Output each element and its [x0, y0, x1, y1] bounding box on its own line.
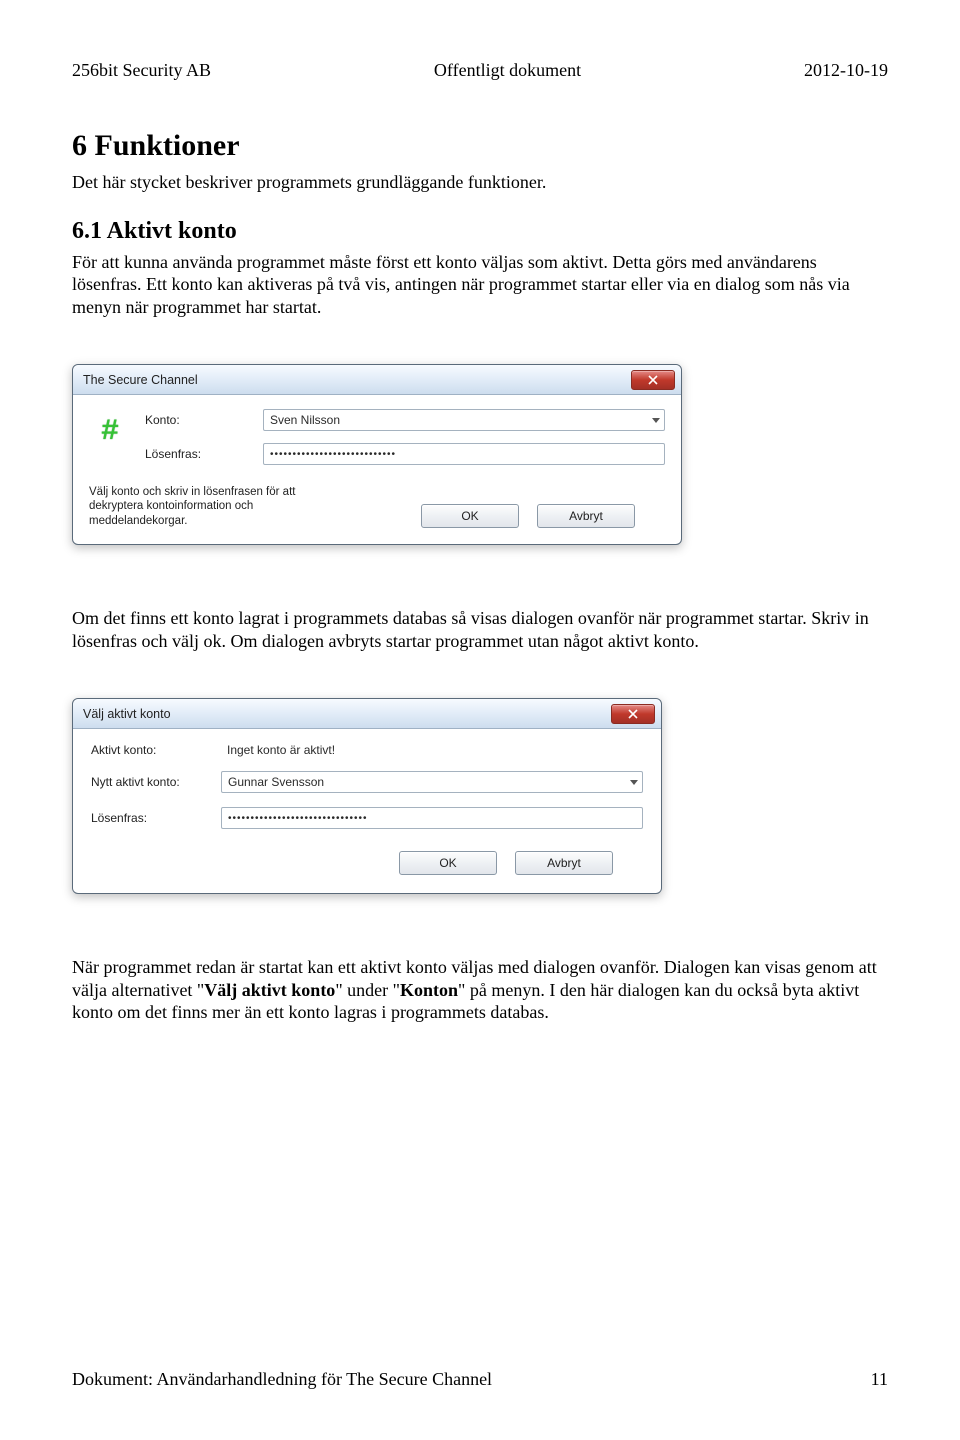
subsection-heading: 6.1 Aktivt konto — [72, 218, 888, 245]
nytt-aktivt-label: Nytt aktivt konto: — [91, 775, 221, 789]
section-heading: 6 Funktioner — [72, 129, 888, 163]
aktivt-konto-value: Inget konto är aktivt! — [221, 743, 643, 757]
footer-left: Dokument: Användarhandledning för The Se… — [72, 1369, 492, 1390]
intro-paragraph: Det här stycket beskriver programmets gr… — [72, 171, 888, 194]
close-button[interactable] — [631, 370, 675, 390]
header-center: Offentligt dokument — [434, 60, 581, 81]
konto-label: Konto: — [145, 413, 255, 427]
losenfras-label: Lösenfras: — [145, 447, 255, 461]
losenfras-value: •••••••••••••••••••••••••••• — [270, 449, 396, 460]
nytt-aktivt-combo[interactable]: Gunnar Svensson — [221, 771, 643, 793]
ok-button[interactable]: OK — [399, 851, 497, 875]
aktivt-konto-label: Aktivt konto: — [91, 743, 221, 757]
dialog2-title: Välj aktivt konto — [83, 707, 171, 721]
cancel-button[interactable]: Avbryt — [515, 851, 613, 875]
dialog-title: The Secure Channel — [83, 373, 198, 387]
secure-channel-dialog: The Secure Channel # Konto: Sven Nilsson… — [72, 364, 682, 545]
paragraph-1: För att kunna använda programmet måste f… — [72, 251, 888, 319]
dialog2-titlebar: Välj aktivt konto — [73, 699, 661, 729]
bold-konton: Konton — [400, 980, 458, 1000]
dialog-hint: Välj konto och skriv in lösenfrasen för … — [89, 485, 319, 528]
losenfras-input[interactable]: •••••••••••••••••••••••••••• — [263, 443, 665, 465]
page-footer: Dokument: Användarhandledning för The Se… — [72, 1369, 888, 1390]
hash-icon: # — [101, 415, 119, 449]
losenfras2-value: ••••••••••••••••••••••••••••••• — [228, 813, 368, 824]
select-active-account-dialog: Välj aktivt konto Aktivt konto: Inget ko… — [72, 698, 662, 894]
header-right: 2012-10-19 — [804, 60, 888, 81]
paragraph-3: När programmet redan är startat kan ett … — [72, 956, 888, 1024]
footer-page-number: 11 — [871, 1369, 888, 1390]
header-left: 256bit Security AB — [72, 60, 211, 81]
page-header: 256bit Security AB Offentligt dokument 2… — [72, 60, 888, 81]
konto-combo[interactable]: Sven Nilsson — [263, 409, 665, 431]
close-button[interactable] — [611, 704, 655, 724]
losenfras2-label: Lösenfras: — [91, 811, 221, 825]
paragraph-2: Om det finns ett konto lagrat i programm… — [72, 607, 888, 652]
bold-valj-aktivt: Välj aktivt konto — [204, 980, 335, 1000]
konto-value: Sven Nilsson — [270, 413, 340, 427]
chevron-down-icon — [652, 418, 660, 423]
losenfras2-input[interactable]: ••••••••••••••••••••••••••••••• — [221, 807, 643, 829]
p3-part-b: " under " — [335, 980, 400, 1000]
close-icon — [648, 375, 658, 385]
close-icon — [628, 709, 638, 719]
chevron-down-icon — [630, 780, 638, 785]
cancel-button[interactable]: Avbryt — [537, 504, 635, 528]
nytt-aktivt-value: Gunnar Svensson — [228, 775, 324, 789]
dialog-titlebar: The Secure Channel — [73, 365, 681, 395]
ok-button[interactable]: OK — [421, 504, 519, 528]
